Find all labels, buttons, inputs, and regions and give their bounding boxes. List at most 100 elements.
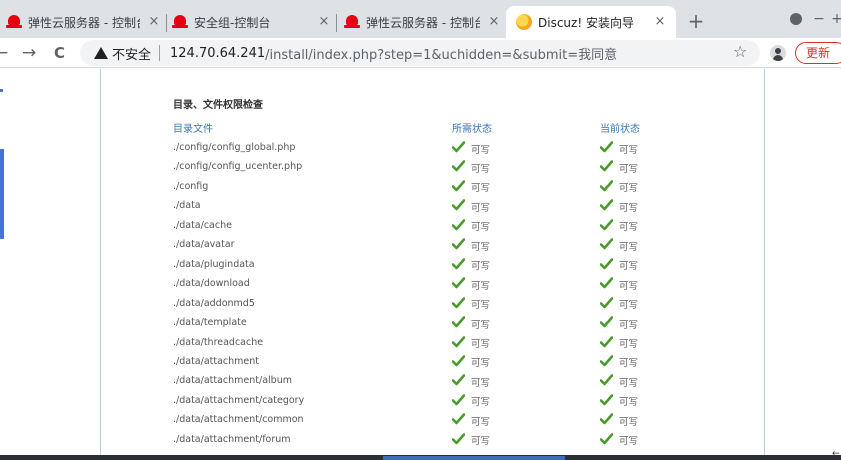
current-status-text: 可写 (619, 300, 639, 312)
required-status-text: 可写 (471, 319, 491, 331)
current-status: 可写 (599, 413, 638, 428)
required-status-text: 可写 (471, 339, 491, 350)
check-icon (599, 141, 619, 156)
file-path: ./config/config_ucenter.php (173, 161, 303, 173)
tab-discuz-install[interactable]: Discuz! 安装向导 × (506, 6, 676, 38)
required-status: 可写 (451, 238, 491, 253)
required-status: 可写 (451, 160, 490, 175)
file-path: ./data/cache (173, 219, 232, 231)
tab-title: 安全组-控制台 (194, 15, 271, 30)
check-icon (451, 199, 471, 214)
section-title: 目录、文件权限检查 (173, 100, 263, 111)
table-row: ./config 可写 可写 (0, 177, 841, 196)
tab-separator (166, 14, 167, 32)
required-status: 可写 (451, 141, 491, 156)
required-status: 可写 (451, 296, 491, 312)
check-icon (451, 355, 471, 370)
forward-button[interactable]: → (22, 42, 36, 64)
current-status: 可写 (599, 432, 638, 448)
required-status-text: 可写 (471, 202, 491, 214)
current-status: 可写 (599, 180, 639, 195)
tab-ecs-console-2[interactable]: 弹性云服务器 - 控制台 × (344, 6, 502, 38)
update-button[interactable]: 更新 (795, 42, 841, 64)
table-row: ./data/template 可写 可写 (0, 313, 841, 332)
check-icon (451, 160, 471, 175)
file-path: ./data/plugindata (173, 258, 255, 270)
back-button[interactable]: ← (0, 42, 8, 64)
tab-security-group-console[interactable]: 安全组-控制台 × (172, 6, 332, 38)
table-row: ./data/plugindata 可写 可写 (0, 255, 841, 274)
required-status-text: 可写 (471, 241, 491, 253)
table-row: ./config/config_ucenter.php 可写 可写 (0, 157, 841, 176)
table-row: ./data/threadcache 可写 可写 (0, 333, 841, 352)
current-status-text: 可写 (619, 339, 639, 350)
current-status-text: 可写 (619, 397, 639, 409)
close-icon[interactable]: × (316, 14, 332, 30)
required-status: 可写 (451, 432, 490, 448)
check-icon (451, 296, 471, 312)
bookmark-star-icon[interactable]: ☆ (733, 42, 747, 61)
tab-title: 弹性云服务器 - 控制台 (28, 15, 140, 30)
new-tab-button[interactable]: + (685, 10, 707, 32)
check-icon (599, 316, 619, 331)
current-status-text: 可写 (619, 280, 639, 292)
table-row: ./data/attachment 可写 可写 (0, 352, 841, 371)
current-status-text: 可写 (619, 222, 639, 234)
current-status: 可写 (599, 160, 638, 175)
maximize-button[interactable]: + (828, 10, 841, 28)
close-icon[interactable]: × (652, 14, 668, 30)
file-path: ./config/config_global.php (173, 142, 296, 153)
required-status-text: 可写 (471, 397, 491, 409)
required-status-text: 可写 (471, 280, 491, 292)
profile-avatar-icon[interactable] (770, 45, 786, 61)
current-status-text: 可写 (619, 358, 639, 370)
taskbar-active-app[interactable] (383, 456, 565, 460)
corner-arrow-icon: ← (832, 449, 840, 459)
check-icon (599, 296, 619, 312)
table-row: ./data/attachment/common 可写 可写 (0, 410, 841, 429)
current-status: 可写 (599, 238, 638, 253)
current-status: 可写 (599, 394, 639, 409)
check-icon (451, 394, 471, 409)
browser-tab-bar: 弹性云服务器 - 控制台 × 安全组-控制台 × 弹性云服务器 - 控制台 × … (0, 0, 841, 38)
file-path: ./data/attachment/category (173, 394, 305, 406)
check-icon (599, 160, 619, 175)
column-header-path: 目录文件 (173, 124, 213, 135)
required-status: 可写 (451, 413, 490, 428)
current-status: 可写 (599, 199, 638, 214)
tab-ecs-console-1[interactable]: 弹性云服务器 - 控制台 × (4, 6, 162, 38)
reload-button[interactable]: C (54, 42, 65, 64)
url-path: /install/index.php?step=1&uchidden=&subm… (265, 47, 618, 63)
required-status-text: 可写 (471, 300, 491, 312)
required-status: 可写 (451, 218, 491, 234)
huawei-logo-icon (172, 14, 188, 30)
required-status-text: 可写 (471, 222, 491, 234)
tab-title: 弹性云服务器 - 控制台 (366, 15, 480, 30)
check-icon (451, 413, 471, 428)
browser-toolbar: ← → C 不安全 124.70.64.241/install/index.ph… (0, 38, 841, 68)
column-header-required: 所需状态 (452, 124, 492, 135)
file-path: ./data/attachment (173, 355, 260, 367)
tab-title: Discuz! 安装向导 (538, 15, 634, 30)
file-path: ./data/addonmd5 (173, 297, 255, 309)
security-status[interactable]: 不安全 (112, 44, 151, 63)
table-row: ./data/avatar 可写 可写 (0, 235, 841, 254)
check-icon (451, 257, 471, 273)
address-bar[interactable]: 不安全 124.70.64.241/install/index.php?step… (80, 40, 760, 66)
required-status: 可写 (451, 199, 491, 214)
table-row: ./data/attachment/forum 可写 可写 (0, 430, 841, 449)
required-status-text: 可写 (471, 377, 491, 389)
url-host: 124.70.64.241 (170, 45, 266, 61)
file-path: ./data/avatar (173, 239, 235, 251)
close-icon[interactable]: × (146, 14, 162, 30)
minimize-button[interactable]: − (810, 10, 828, 28)
check-icon (599, 238, 619, 253)
current-status: 可写 (599, 335, 639, 351)
required-status-text: 可写 (471, 144, 491, 156)
current-status-text: 可写 (619, 183, 639, 195)
table-row: ./data/attachment/album 可写 可写 (0, 371, 841, 390)
current-status: 可写 (599, 218, 639, 234)
close-icon[interactable]: × (486, 14, 502, 30)
required-status: 可写 (451, 180, 490, 195)
tab-separator (336, 14, 337, 32)
